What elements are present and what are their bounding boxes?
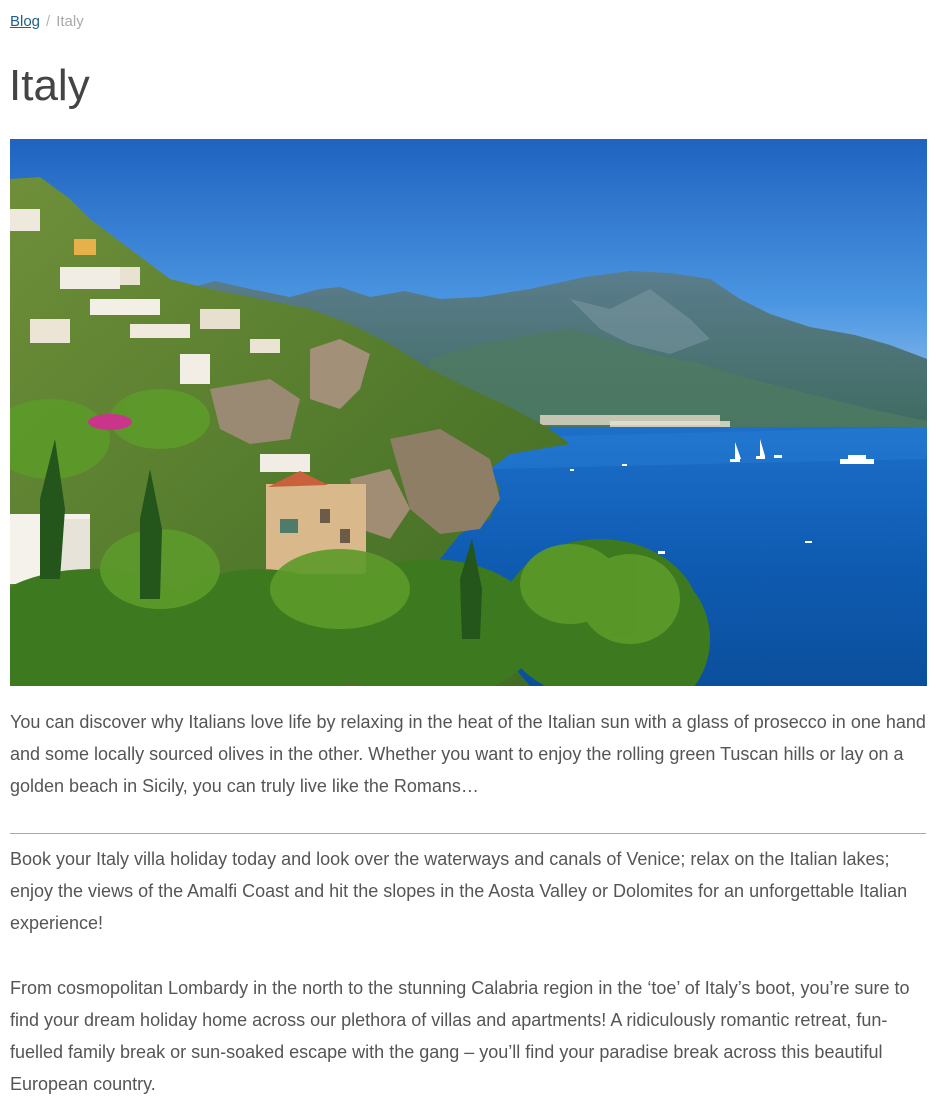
hero-image [10, 139, 927, 686]
page-title: Italy [9, 61, 90, 110]
breadcrumb-current: Italy [56, 13, 84, 30]
intro-paragraph: You can discover why Italians love life … [10, 712, 926, 796]
breadcrumb: Blog / Italy [10, 12, 84, 32]
body-paragraph-1: Book your Italy villa holiday today and … [10, 849, 908, 933]
content-divider [10, 833, 926, 834]
breadcrumb-separator: / [46, 13, 51, 30]
breadcrumb-link-blog[interactable]: Blog [10, 13, 40, 30]
body-paragraph-2: From cosmopolitan Lombardy in the north … [10, 978, 910, 1094]
